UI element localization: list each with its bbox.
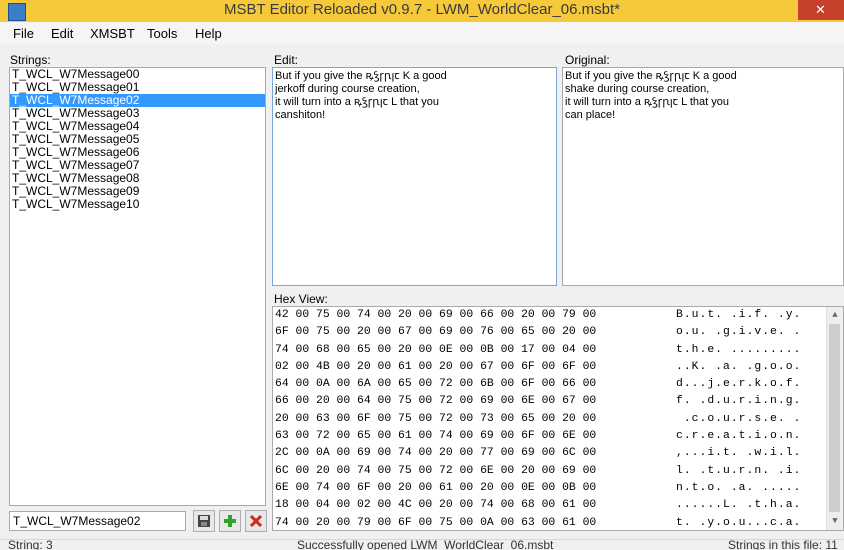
- string-name-field[interactable]: T_WCL_W7Message02: [9, 511, 186, 531]
- status-string-index: String: 3: [8, 539, 53, 550]
- menu-xmsbt[interactable]: XMSBT: [90, 26, 135, 41]
- hex-scrollbar[interactable]: ▲ ▼: [826, 307, 843, 530]
- window-title: MSBT Editor Reloaded v0.9.7 - LWM_WorldC…: [224, 1, 620, 18]
- plus-icon: [224, 515, 236, 527]
- hex-bytes: 42 00 75 00 74 00 20 00 69 00 66 00 20 0…: [275, 309, 597, 529]
- delete-string-button[interactable]: [245, 510, 267, 532]
- menu-bar: File Edit XMSBT Tools Help: [0, 22, 844, 44]
- scroll-down-arrow-icon[interactable]: ▼: [827, 513, 843, 529]
- menu-help[interactable]: Help: [195, 26, 222, 41]
- delete-icon: [249, 514, 263, 528]
- menu-edit[interactable]: Edit: [51, 26, 73, 41]
- save-icon: [198, 515, 210, 527]
- scroll-thumb[interactable]: [829, 324, 840, 512]
- save-button[interactable]: [193, 510, 215, 532]
- hex-view[interactable]: 42 00 75 00 74 00 20 00 69 00 66 00 20 0…: [272, 306, 844, 531]
- menu-file[interactable]: File: [13, 26, 34, 41]
- original-textbox[interactable]: But if you give the ꝶꝣꞅꞃꞁꞇ K a good shak…: [562, 67, 844, 286]
- status-string-count: Strings in this file: 11: [728, 539, 838, 550]
- scroll-up-arrow-icon[interactable]: ▲: [827, 307, 843, 323]
- original-label: Original:: [565, 53, 610, 67]
- close-window-button[interactable]: [798, 0, 844, 20]
- status-message: Successfully opened LWM_WorldClear_06.ms…: [297, 539, 554, 550]
- strings-label: Strings:: [10, 53, 51, 67]
- list-item[interactable]: T_WCL_W7Message10: [10, 198, 265, 211]
- title-bar: MSBT Editor Reloaded v0.9.7 - LWM_WorldC…: [0, 0, 844, 22]
- edit-label: Edit:: [274, 53, 299, 67]
- status-bar: String: 3 Successfully opened LWM_WorldC…: [0, 539, 844, 550]
- app-icon: [8, 3, 26, 21]
- menu-tools[interactable]: Tools: [147, 26, 177, 41]
- hex-ascii: B.u.t. .i.f. .y. o.u. .g.i.v.e. . t.h.e.…: [676, 309, 802, 529]
- strings-list[interactable]: T_WCL_W7Message00 T_WCL_W7Message01 T_WC…: [9, 67, 266, 506]
- add-string-button[interactable]: [219, 510, 241, 532]
- edit-textbox[interactable]: But if you give the ꝶꝣꞅꞃꞁꞇ K a good jerk…: [272, 67, 557, 286]
- hex-view-label: Hex View:: [274, 292, 328, 306]
